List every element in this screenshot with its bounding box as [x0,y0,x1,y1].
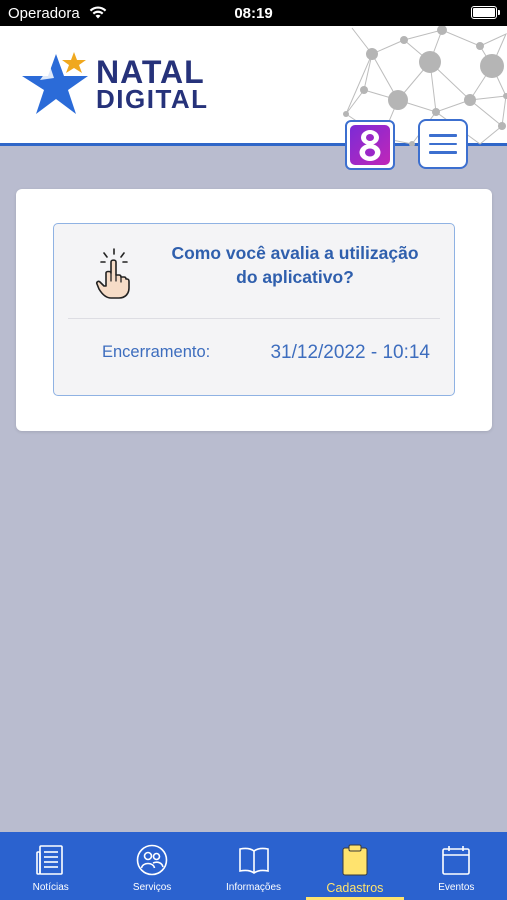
bottom-tab-bar: Notícias Serviços Informações Cadastros … [0,832,507,900]
logo-line-2: DIGITAL [96,83,209,114]
tab-cadastros[interactable]: Cadastros [304,832,405,900]
status-time: 08:19 [234,5,273,22]
menu-line-icon [429,134,457,137]
finger-tap-icon [95,248,130,299]
survey-card: Como você avalia a utilização do aplicat… [16,189,492,431]
people-icon [136,844,168,876]
book-icon [238,847,269,874]
tab-label: Informações [226,882,282,893]
menu-line-icon [429,151,457,154]
eight-logo-icon [350,125,390,165]
newspaper-icon [35,845,63,875]
tab-informacoes[interactable]: Informações [203,832,304,900]
divider [68,318,440,319]
star-logo-icon [22,52,88,114]
app-badge-button[interactable] [345,120,395,170]
closing-date-value: 31/12/2022 - 10:14 [270,342,430,363]
natal-digital-logo: NATAL DIGITAL [18,52,209,118]
calendar-icon [442,846,471,875]
clipboard-icon [342,844,368,876]
tab-eventos[interactable]: Eventos [406,832,507,900]
tab-noticias[interactable]: Notícias [0,832,101,900]
menu-line-icon [429,142,457,146]
status-bar: Operadora 08:19 [0,0,507,26]
closing-date-label: Encerramento: [102,343,211,361]
tab-label: Serviços [132,882,172,893]
tab-servicos[interactable]: Serviços [101,832,202,900]
survey-list-item[interactable]: Como você avalia a utilização do aplicat… [53,223,455,396]
tab-label: Eventos [438,882,475,893]
battery-icon [471,6,500,19]
tab-label: Notícias [32,882,69,893]
hamburger-menu-button[interactable] [418,119,468,169]
survey-title: Como você avalia a utilização do aplicat… [171,243,419,287]
tab-label: Cadastros [326,881,384,895]
